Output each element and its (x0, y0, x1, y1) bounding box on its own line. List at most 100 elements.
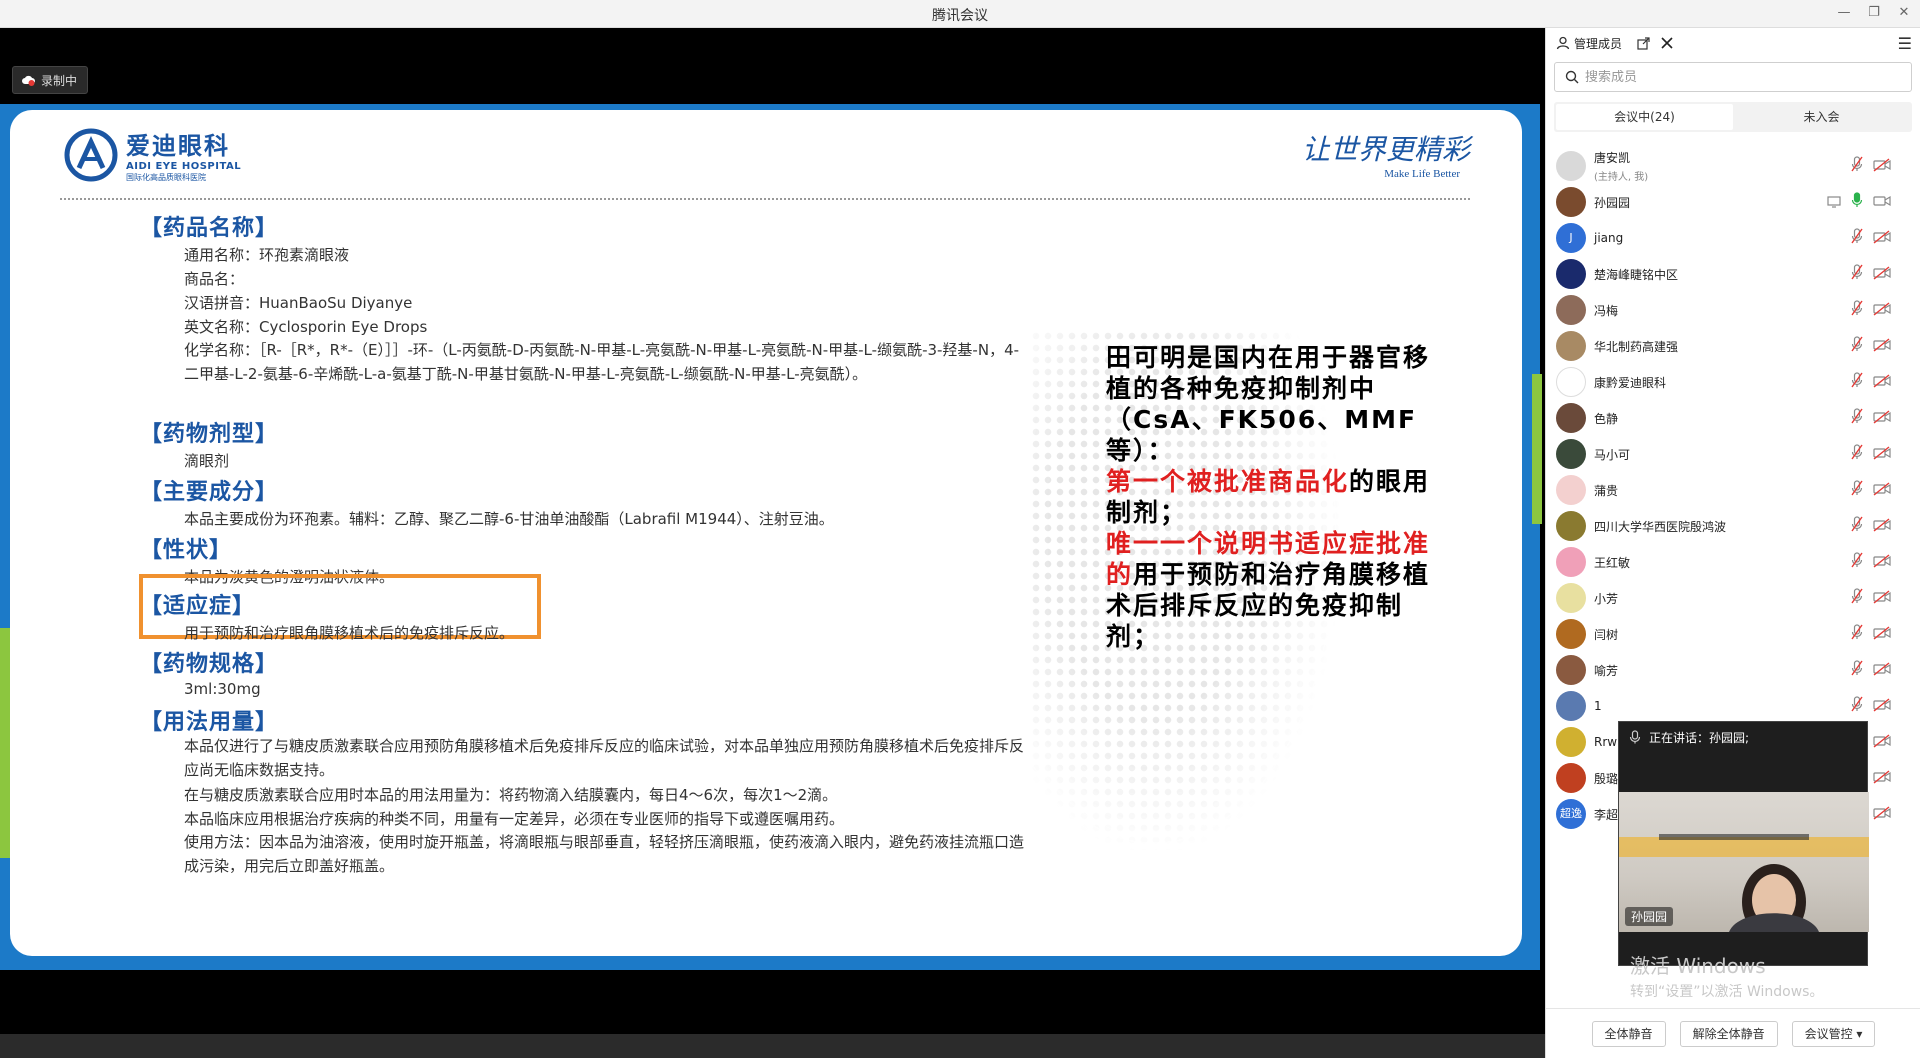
member-tabs: 会议中(24) 未入会 (1554, 102, 1912, 132)
callout-text: 田可明是国内在用于器官移植的各种免疫抑制剂中（CsA、FK506、MMF等）： … (1106, 342, 1446, 652)
avatar (1556, 583, 1586, 613)
slogan-en: Make Life Better (1384, 168, 1460, 180)
panel-footer: 全体静音 解除全体静音 会议管控 ▾ (1546, 1008, 1920, 1058)
tab-not-joined[interactable]: 未入会 (1733, 104, 1910, 130)
meeting-control-button[interactable]: 会议管控 ▾ (1791, 1020, 1876, 1047)
member-name: 殷璐 (1594, 770, 1618, 787)
member-name: 王红敏 (1594, 554, 1630, 571)
member-name-text: 1 (1594, 699, 1602, 713)
avatar (1556, 151, 1586, 181)
member-status-icons (1851, 696, 1891, 716)
camera-off-icon[interactable] (1873, 373, 1891, 392)
avatar (1556, 763, 1586, 793)
member-status-icons (1851, 552, 1891, 572)
camera-off-icon[interactable] (1873, 805, 1891, 824)
chevron-down-icon: ▾ (1856, 1026, 1863, 1041)
mic-off-icon[interactable] (1851, 156, 1863, 176)
mic-off-icon[interactable] (1851, 660, 1863, 680)
member-name-text: 小芳 (1594, 591, 1619, 606)
avatar (1556, 295, 1586, 325)
camera-off-icon[interactable] (1873, 481, 1891, 500)
search-box[interactable] (1554, 62, 1912, 92)
camera-off-icon[interactable] (1873, 733, 1891, 752)
screen-share-icon (1827, 193, 1841, 212)
camera-off-icon[interactable] (1873, 625, 1891, 644)
member-name: 1 (1594, 699, 1602, 713)
usage-line-2: 在与糖皮质激素联合应用时本品的用法用量为：将药物滴入结膜囊内，每日4～6次，每次… (184, 786, 838, 804)
meeting-control-label: 会议管控 (1804, 1026, 1853, 1041)
mic-off-icon[interactable] (1851, 624, 1863, 644)
section-spec: 【药物规格】 (140, 652, 279, 677)
minimize-button[interactable]: — (1830, 2, 1858, 24)
member-name: 华北制药高建强 (1594, 338, 1678, 355)
camera-off-icon[interactable] (1873, 769, 1891, 788)
mic-off-icon[interactable] (1851, 696, 1863, 716)
camera-off-icon[interactable] (1873, 517, 1891, 536)
camera-off-icon[interactable] (1873, 265, 1891, 284)
member-status-icons (1851, 588, 1891, 608)
search-input[interactable] (1585, 69, 1885, 85)
camera-off-icon[interactable] (1873, 337, 1891, 356)
mic-off-icon[interactable] (1851, 444, 1863, 464)
camera-off-icon[interactable] (1873, 445, 1891, 464)
mic-off-icon[interactable] (1851, 372, 1863, 392)
camera-off-icon[interactable] (1873, 409, 1891, 428)
member-name-text: 蒲贵 (1594, 483, 1619, 498)
cloud-record-icon (21, 73, 35, 87)
unmute-all-button[interactable]: 解除全体静音 (1679, 1020, 1778, 1047)
left-accent-bar (0, 628, 10, 858)
close-panel-icon[interactable] (1658, 34, 1676, 52)
avatar (1556, 511, 1586, 541)
camera-off-icon[interactable] (1873, 697, 1891, 716)
restore-button[interactable]: ❐ (1860, 2, 1888, 24)
mic-on-icon[interactable] (1851, 192, 1863, 212)
mic-off-icon[interactable] (1851, 336, 1863, 356)
recording-button[interactable]: 录制中 (12, 66, 89, 94)
camera-off-icon[interactable] (1873, 157, 1891, 176)
camera-off-icon[interactable] (1873, 553, 1891, 572)
member-name-text: 华北制药高建强 (1594, 339, 1679, 354)
camera-on-icon[interactable] (1873, 193, 1891, 212)
close-button[interactable]: ✕ (1890, 2, 1918, 24)
member-status-icons (1851, 336, 1891, 356)
speaker-name-tag: 孙园园 (1625, 907, 1674, 926)
camera-off-icon[interactable] (1873, 589, 1891, 608)
mic-off-icon[interactable] (1851, 516, 1863, 536)
indication-value: 用于预防和治疗眼角膜移植术后的免疫排斥反应。 (184, 624, 515, 642)
avatar (1556, 403, 1586, 433)
panel-menu-icon[interactable]: ☰ (1898, 34, 1912, 53)
member-status-icons (1851, 624, 1891, 644)
logo-en: AIDI EYE HOSPITAL (126, 161, 242, 172)
mic-off-icon[interactable] (1851, 480, 1863, 500)
avatar: 超逸 (1556, 799, 1586, 829)
camera-off-icon[interactable] (1873, 301, 1891, 320)
mic-off-icon[interactable] (1851, 264, 1863, 284)
tab-in-meeting[interactable]: 会议中(24) (1556, 104, 1733, 130)
popout-icon[interactable] (1634, 34, 1652, 52)
camera-off-icon[interactable] (1873, 661, 1891, 680)
right-accent-bar (1532, 374, 1542, 524)
avatar (1556, 691, 1586, 721)
member-name-text: jiang (1594, 231, 1624, 245)
divider (60, 198, 1470, 200)
callout-part-3: 用于预防和治疗角膜移植术后排斥反应的免疫抑制剂； (1106, 560, 1431, 651)
mic-off-icon[interactable] (1851, 552, 1863, 572)
member-name-text: Rrw (1594, 735, 1618, 749)
usage-line-4: 使用方法：因本品为油溶液，使用时旋开瓶盖，将滴眼瓶与眼部垂直，轻轻挤压滴眼瓶，使… (184, 833, 1025, 875)
mic-off-icon[interactable] (1851, 300, 1863, 320)
mic-off-icon[interactable] (1851, 228, 1863, 248)
speaker-window[interactable]: 正在讲话：孙园园; 孙园园 (1618, 721, 1869, 966)
section-indication: 【适应症】 (140, 594, 256, 619)
member-status-icons (1851, 408, 1891, 428)
mic-off-icon[interactable] (1851, 408, 1863, 428)
member-status-icons (1851, 444, 1891, 464)
windows-activation-watermark: 激活 Windows 转到“设置”以激活 Windows。 (1630, 950, 1823, 1001)
callout-part-1: 田可明是国内在用于器官移植的各种免疫抑制剂中（CsA、FK506、MMF等）： (1106, 343, 1431, 465)
member-name-text: 四川大学华西医院殷鸿波 (1594, 519, 1727, 534)
camera-off-icon[interactable] (1873, 229, 1891, 248)
mute-all-button[interactable]: 全体静音 (1591, 1020, 1666, 1047)
member-status-icons (1851, 372, 1891, 392)
member-status-icons (1851, 264, 1891, 284)
member-name: 喻芳 (1594, 662, 1618, 679)
mic-off-icon[interactable] (1851, 588, 1863, 608)
